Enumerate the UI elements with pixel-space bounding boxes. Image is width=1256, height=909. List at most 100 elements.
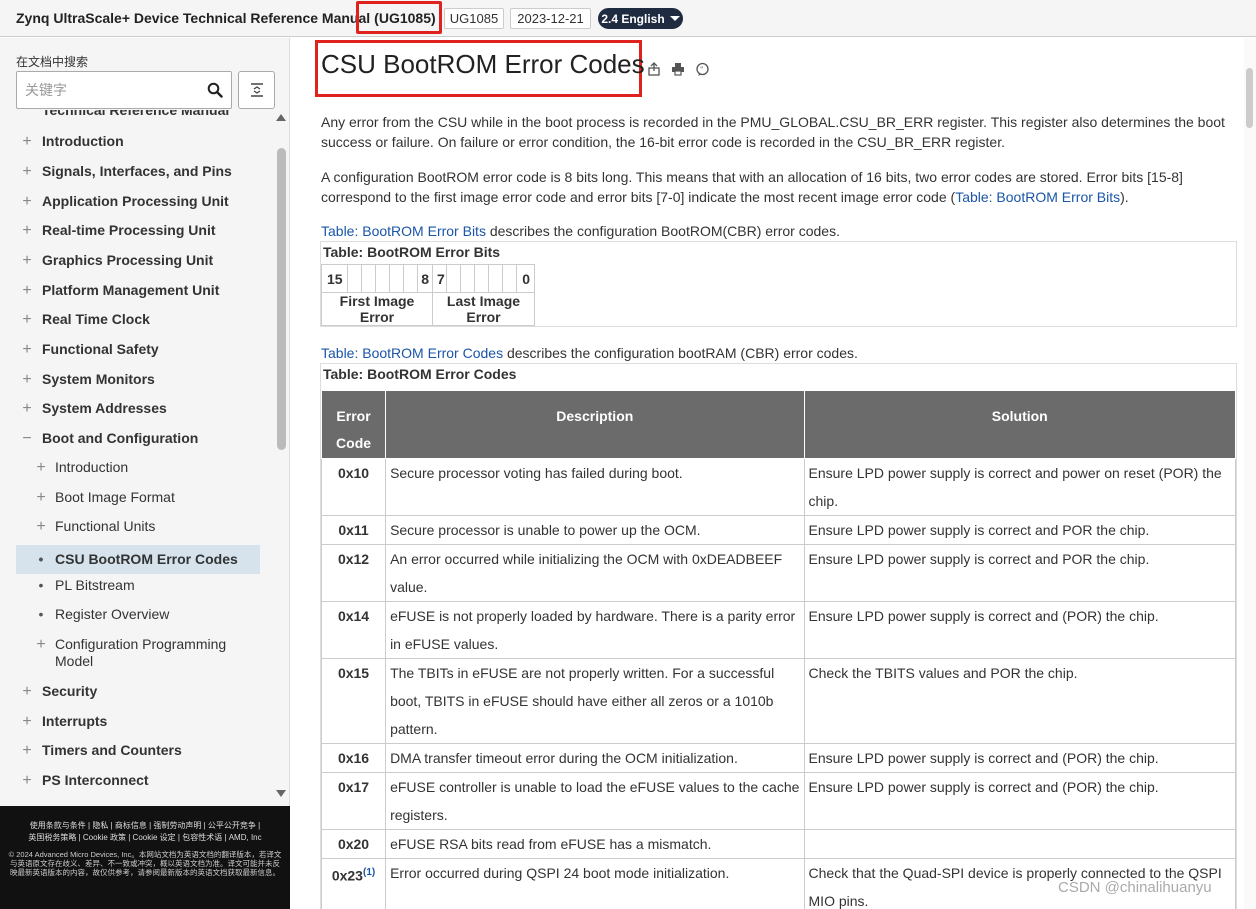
expand-icon[interactable]: + [20,222,34,239]
table-row: 0x15 The TBITs in eFUSE are not properly … [320,658,1237,744]
expand-icon[interactable]: + [34,518,48,535]
footer: 使用条款与条件 | 隐私 | 商标信息 | 强制劳动声明 | 公平公开竞争 | … [0,806,290,909]
page-scrollbar[interactable] [1244,38,1256,909]
expand-icon[interactable]: + [20,163,34,180]
expand-icon[interactable]: + [20,742,34,759]
document-title[interactable]: Zynq UltraScale+ Device Technical Refere… [16,10,370,26]
collapse-toc-button[interactable] [238,71,275,109]
header-error-code: Error Code [320,390,387,459]
toc-subitem-pl-bitstream[interactable]: • PL Bitstream [0,577,274,594]
toc-item-system-addresses[interactable]: + System Addresses [0,400,274,417]
toc-item-interrupts[interactable]: + Interrupts [0,713,274,730]
toc-subitem-configuration-programming-model[interactable]: + Configuration Programming Model [0,636,260,670]
toc-item-technical-reference-manual[interactable]: Technical Reference Manual [42,110,229,118]
link-bootrom-error-codes[interactable]: Table: BootROM Error Codes [321,345,503,361]
expand-icon[interactable]: + [20,341,34,358]
toc-subitem-register-overview[interactable]: • Register Overview [0,606,274,623]
bullet-icon: • [38,606,44,622]
doc-id-pill[interactable]: UG1085 [444,8,504,29]
collapse-icon[interactable]: − [20,430,34,447]
footnote-link[interactable]: (1) [363,867,375,878]
search-box[interactable] [16,71,232,109]
intro-paragraph: Any error from the CSU while in the boot… [321,114,1225,150]
title-actions: " [645,60,711,78]
toc-item-security[interactable]: + Security [0,683,274,700]
bit-0: 0 [516,264,535,293]
toc-item-rpu[interactable]: + Real-time Processing Unit [0,222,274,239]
expand-icon[interactable]: + [20,311,34,328]
codes-table-container: Table: BootROM Error Codes Error Code De… [320,363,1237,909]
expand-icon[interactable]: + [20,713,34,730]
search-icon[interactable] [207,82,223,98]
footer-links-2[interactable]: 英国税务策略 | Cookie 政策 | Cookie 设定 | 包容性术语 |… [8,832,282,844]
toc-item-apu[interactable]: + Application Processing Unit [0,193,274,210]
footer-legal: © 2024 Advanced Micro Devices, Inc。本网站文档… [8,850,282,877]
toc-subitem-introduction[interactable]: + Introduction [0,459,274,476]
bits-table-intro: Table: BootROM Error Bits describes the … [321,223,840,239]
svg-text:": " [700,65,703,73]
expand-icon[interactable]: + [20,683,34,700]
print-icon[interactable] [669,60,687,78]
toc-subitem-functional-units[interactable]: + Functional Units [0,518,274,535]
toc-item-functional-safety[interactable]: + Functional Safety [0,341,274,358]
footer-links-1[interactable]: 使用条款与条件 | 隐私 | 商标信息 | 强制劳动声明 | 公平公开竞争 | [8,820,282,832]
toc-item-signals[interactable]: + Signals, Interfaces, and Pins [0,163,274,180]
expand-icon[interactable]: + [34,459,48,476]
toc-scrollbar-thumb[interactable] [277,148,286,450]
table-row: 0x17 eFUSE controller is unable to load t… [320,772,1237,830]
codes-table-title: Table: BootROM Error Codes [323,366,517,382]
toc-item-introduction[interactable]: + Introduction [0,133,274,150]
watermark: CSDN @chinalihuanyu [1058,879,1212,896]
scroll-up-arrow[interactable] [276,114,286,121]
share-icon[interactable] [645,60,663,78]
expand-icon[interactable]: + [20,371,34,388]
table-row: 0x10 Secure processor voting has failed d… [320,458,1237,516]
expand-icon[interactable]: + [20,252,34,269]
expand-icon[interactable]: + [34,489,48,506]
toc-item-pmu[interactable]: + Platform Management Unit [0,282,274,299]
first-image-error-cell: First Image Error [321,292,433,326]
header-solution: Solution [803,390,1237,459]
page-title: CSU BootROM Error Codes [321,49,645,79]
toc-subitem-csu-bootrom-error-codes[interactable]: • CSU BootROM Error Codes [16,545,260,574]
toc-item-gpu[interactable]: + Graphics Processing Unit [0,252,274,269]
toc-tree: Technical Reference Manual + Introduction… [0,110,274,804]
toc-item-boot-and-configuration[interactable]: − Boot and Configuration [0,430,274,447]
language-label: 2.4 English [601,11,665,26]
bits-table-title: Table: BootROM Error Bits [323,244,501,260]
table-row: 0x20 eFUSE RSA bits read from eFUSE has a… [320,829,1237,859]
link-bootrom-error-bits[interactable]: Table: BootROM Error Bits [955,189,1120,205]
expand-icon[interactable]: + [20,133,34,150]
search-label: 在文档中搜索 [16,55,89,69]
doc-id-highlight-box [356,1,442,34]
expand-icon[interactable]: + [20,400,34,417]
table-row: 0x11 Secure processor is unable to power … [320,515,1237,545]
feedback-icon[interactable]: " [693,60,711,78]
expand-icon[interactable]: + [20,193,34,210]
language-selector[interactable]: 2.4 English [598,8,683,29]
sidebar: 在文档中搜索 Technical Reference Manual +Intro… [0,38,290,909]
expand-icon[interactable]: + [20,772,34,789]
toc-item-ps-interconnect[interactable]: + PS Interconnect [0,772,274,789]
expand-icon[interactable]: + [34,636,48,653]
main-content: CSU BootROM Error Codes " Any error from… [304,38,1244,909]
search-input[interactable] [17,72,197,108]
toc-subitem-boot-image-format[interactable]: + Boot Image Format [0,489,274,506]
bullet-icon: • [38,577,44,593]
scroll-down-arrow[interactable] [276,790,286,797]
page-scrollbar-thumb[interactable] [1246,68,1253,128]
codes-table-intro: Table: BootROM Error Codes describes the… [321,345,858,361]
bits-paragraph: A configuration BootROM error code is 8 … [321,169,1183,205]
toc-item-rtc[interactable]: + Real Time Clock [0,311,274,328]
doc-date-pill[interactable]: 2023-12-21 [510,8,591,29]
expand-icon[interactable]: + [20,282,34,299]
toc-item-timers-and-counters[interactable]: + Timers and Counters [0,742,274,759]
header-description: Description [385,390,805,459]
bullet-icon: • [38,551,44,567]
toc-item-system-monitors[interactable]: + System Monitors [0,371,274,388]
link-bootrom-error-bits-2[interactable]: Table: BootROM Error Bits [321,223,486,239]
bit-15: 15 [321,264,348,293]
bits-table: 15 8 7 0 First Image Error Last Image Er… [321,264,535,326]
table-row: 0x14 eFUSE is not properly loaded by hard… [320,601,1237,659]
table-row: 0x16 DMA transfer timeout error during th… [320,743,1237,773]
